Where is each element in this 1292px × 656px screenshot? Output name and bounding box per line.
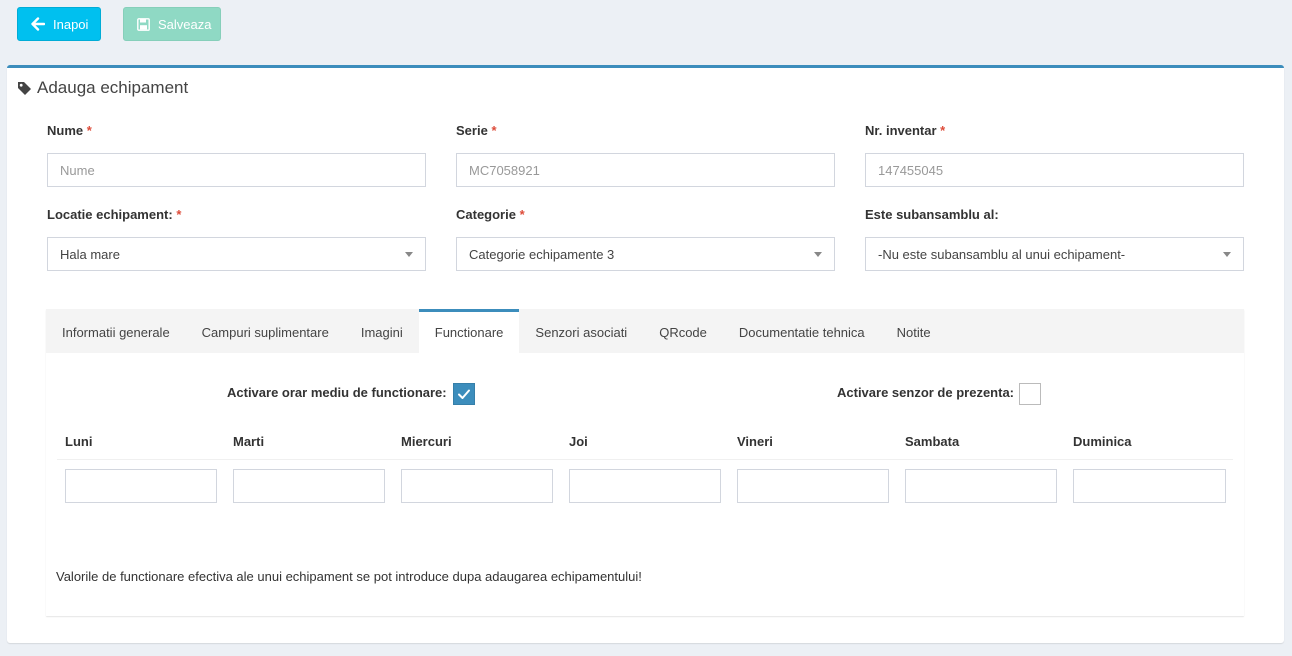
save-button[interactable]: Salveaza <box>123 7 221 41</box>
locatie-field-group: Locatie echipament: * Hala mare <box>47 207 426 271</box>
caret-down-icon <box>1223 251 1231 257</box>
tab-notite[interactable]: Notite <box>881 309 947 353</box>
tab-informatii-generale[interactable]: Informatii generale <box>46 309 186 353</box>
floppy-disk-icon <box>137 17 150 31</box>
categorie-label: Categorie * <box>456 207 525 222</box>
day-label-miercuri: Miercuri <box>401 434 452 449</box>
sambata-input[interactable] <box>905 469 1057 503</box>
joi-input[interactable] <box>569 469 721 503</box>
caret-down-icon <box>814 251 822 257</box>
toolbar: Inapoi Salveaza <box>17 7 221 41</box>
info-note: Valorile de functionare efectiva ale unu… <box>56 569 642 584</box>
day-label-marti: Marti <box>233 434 265 449</box>
tab-campuri-suplimentare[interactable]: Campuri suplimentare <box>186 309 345 353</box>
day-label-luni: Luni <box>65 434 93 449</box>
box-title: Adauga echipament <box>17 78 188 98</box>
check-icon <box>458 389 470 399</box>
serie-field-group: Serie * MC7058921 <box>456 123 835 187</box>
inventar-field-group: Nr. inventar * 147455045 <box>865 123 1244 187</box>
senzor-label: Activare senzor de prezenta: <box>837 385 1015 400</box>
tab-bar: Informatii generale Campuri suplimentare… <box>46 309 1244 353</box>
subansamblu-label: Este subansamblu al: <box>865 207 999 222</box>
tab-documentatie-tehnica[interactable]: Documentatie tehnica <box>723 309 881 353</box>
tab-functionare[interactable]: Functionare <box>418 309 520 353</box>
locatie-label: Locatie echipament: * <box>47 207 182 222</box>
serie-input[interactable]: MC7058921 <box>456 153 835 187</box>
page-title: Adauga echipament <box>37 78 189 97</box>
miercuri-input[interactable] <box>401 469 553 503</box>
tag-icon <box>17 81 32 96</box>
tab-imagini[interactable]: Imagini <box>345 309 419 353</box>
nume-input[interactable]: Nume <box>47 153 426 187</box>
orar-checkbox[interactable] <box>453 383 475 405</box>
nume-field-group: Nume * Nume <box>47 123 426 187</box>
vineri-input[interactable] <box>737 469 889 503</box>
day-label-vineri: Vineri <box>737 434 773 449</box>
caret-down-icon <box>405 251 413 257</box>
tab-senzori-asociati[interactable]: Senzori asociati <box>519 309 643 353</box>
marti-input[interactable] <box>233 469 385 503</box>
inventar-label: Nr. inventar * <box>865 123 946 138</box>
day-label-sambata: Sambata <box>905 434 960 449</box>
divider <box>57 459 1233 460</box>
categorie-select[interactable]: Categorie echipamente 3 <box>456 237 835 271</box>
day-label-duminica: Duminica <box>1073 434 1132 449</box>
inventar-input[interactable]: 147455045 <box>865 153 1244 187</box>
day-label-joi: Joi <box>569 434 588 449</box>
nume-label: Nume * <box>47 123 92 138</box>
categorie-field-group: Categorie * Categorie echipamente 3 <box>456 207 835 271</box>
back-button-label: Inapoi <box>53 16 89 32</box>
senzor-checkbox[interactable] <box>1019 383 1041 405</box>
arrow-left-icon <box>31 17 45 31</box>
subansamblu-field-group: Este subansamblu al: -Nu este subansambl… <box>865 207 1244 271</box>
equipment-form-box: Adauga echipament Nume * Nume Serie * MC… <box>7 65 1284 643</box>
save-button-label: Salveaza <box>158 16 212 32</box>
orar-label: Activare orar mediu de functionare: <box>227 385 447 400</box>
duminica-input[interactable] <box>1073 469 1226 503</box>
tab-qrcode[interactable]: QRcode <box>643 309 723 353</box>
locatie-select[interactable]: Hala mare <box>47 237 426 271</box>
back-button[interactable]: Inapoi <box>17 7 101 41</box>
serie-label: Serie * <box>456 123 497 138</box>
tabs-container: Informatii generale Campuri suplimentare… <box>46 309 1244 616</box>
subansamblu-select[interactable]: -Nu este subansamblu al unui echipament- <box>865 237 1244 271</box>
luni-input[interactable] <box>65 469 217 503</box>
